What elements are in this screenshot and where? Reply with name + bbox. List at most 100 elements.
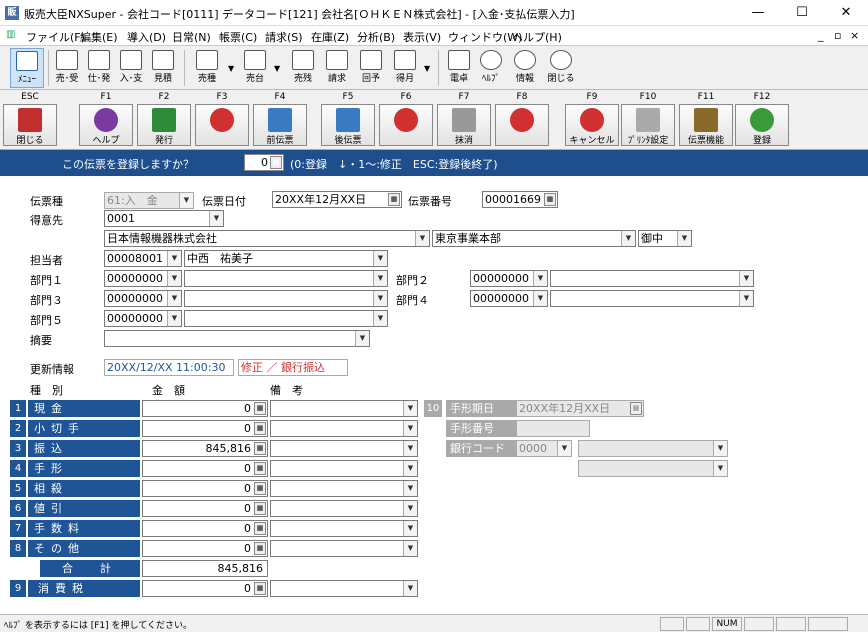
chevron-down-icon[interactable]: ▼ <box>167 311 181 326</box>
fkey-f8[interactable]: F8 <box>492 92 552 148</box>
chevron-down-icon[interactable]: ▼ <box>403 441 417 456</box>
chevron-down-icon[interactable]: ▼ <box>677 231 691 246</box>
chevron-down-icon[interactable]: ▼ <box>621 231 635 246</box>
menu-file[interactable]: ファイル(F) <box>26 29 85 45</box>
toolbar-sales-ledger-button[interactable]: 売台 <box>240 48 270 88</box>
menu-stock[interactable]: 在庫(Z) <box>311 29 349 45</box>
honorific-select[interactable]: 御中 ▼ <box>638 230 692 247</box>
bumon1-name-select[interactable]: ▼ <box>184 270 388 287</box>
row-remarks-select[interactable]: ▼ <box>270 520 418 537</box>
toolbar-sales-button[interactable]: 売･受 <box>52 48 82 88</box>
chevron-down-icon[interactable]: ▼ <box>403 481 417 496</box>
tantou-name-select[interactable]: 中西 祐美子 ▼ <box>184 250 388 267</box>
chevron-down-icon[interactable]: ▼ <box>533 291 547 306</box>
calculator-icon[interactable]: ▦ <box>254 482 266 495</box>
bumon3-name-select[interactable]: ▼ <box>184 290 388 307</box>
chevron-down-icon[interactable]: ▼ <box>403 461 417 476</box>
row-amount-field[interactable]: 0 ▦ <box>142 420 268 437</box>
calendar-icon[interactable]: ▦ <box>388 193 400 206</box>
row-amount-field[interactable]: 0 ▦ <box>142 520 268 537</box>
menu-analysis[interactable]: 分析(B) <box>357 29 395 45</box>
dropdown-arrow-icon[interactable]: ▼ <box>274 64 280 73</box>
fkey-f10[interactable]: F10 ﾌﾟﾘﾝﾀ設定 <box>618 92 678 148</box>
row-amount-field[interactable]: 0 ▦ <box>142 460 268 477</box>
toolbar-purchase-button[interactable]: 仕･発 <box>84 48 114 88</box>
fkey-f3[interactable]: F3 <box>192 92 252 148</box>
dropdown-arrow-icon[interactable]: ▼ <box>228 64 234 73</box>
menu-help[interactable]: ヘルプ(H) <box>512 29 562 45</box>
chevron-down-icon[interactable]: ▼ <box>403 501 417 516</box>
bumon2-code-select[interactable]: 00000000 ▼ <box>470 270 548 287</box>
tokuisaki-name-select[interactable]: 日本情報機器株式会社 ▼ <box>104 230 430 247</box>
chevron-down-icon[interactable]: ▼ <box>373 291 387 306</box>
bumon2-name-select[interactable]: ▼ <box>550 270 754 287</box>
fkey-f11[interactable]: F11 伝票機能 <box>676 92 736 148</box>
calculator-icon[interactable]: ▦ <box>270 156 282 169</box>
menu-view[interactable]: 表示(V) <box>403 29 441 45</box>
fkey-f9[interactable]: F9 キャンセル <box>562 92 622 148</box>
fkey-f4[interactable]: F4 前伝票 <box>250 92 310 148</box>
row-amount-field[interactable]: 845,816 ▦ <box>142 440 268 457</box>
chevron-down-icon[interactable]: ▼ <box>403 541 417 556</box>
chevron-down-icon[interactable]: ▼ <box>533 271 547 286</box>
menu-setup[interactable]: 導入(D) <box>127 29 166 45</box>
row-amount-field[interactable]: 0 ▦ <box>142 500 268 517</box>
row-remarks-select[interactable]: ▼ <box>270 400 418 417</box>
toolbar-balance-button[interactable]: 売残 <box>288 48 318 88</box>
chevron-down-icon[interactable]: ▼ <box>167 251 181 266</box>
tax-remarks-select[interactable]: ▼ <box>270 580 418 597</box>
bumon1-code-select[interactable]: 00000000 ▼ <box>104 270 182 287</box>
toolbar-info-button[interactable]: 情報 <box>510 48 540 88</box>
dropdown-arrow-icon[interactable]: ▼ <box>424 64 430 73</box>
maximize-button[interactable]: ☐ <box>780 0 824 26</box>
close-window-button[interactable]: ✕ <box>824 0 868 26</box>
row-remarks-select[interactable]: ▼ <box>270 420 418 437</box>
chevron-down-icon[interactable]: ▼ <box>415 231 429 246</box>
calculator-icon[interactable]: ▦ <box>254 442 266 455</box>
chevron-down-icon[interactable]: ▼ <box>209 211 223 226</box>
toolbar-monthly-button[interactable]: 得月 <box>390 48 420 88</box>
confirm-input[interactable]: 0 ▦ <box>244 154 284 171</box>
tantou-code-select[interactable]: 00008001 ▼ <box>104 250 182 267</box>
chevron-down-icon[interactable]: ▼ <box>739 271 753 286</box>
row-remarks-select[interactable]: ▼ <box>270 500 418 517</box>
row-remarks-select[interactable]: ▼ <box>270 540 418 557</box>
menu-billing[interactable]: 請求(S) <box>265 29 303 45</box>
calculator-icon[interactable]: ▦ <box>254 582 266 595</box>
chevron-down-icon[interactable]: ▼ <box>167 291 181 306</box>
chevron-down-icon[interactable]: ▼ <box>403 401 417 416</box>
bumon4-code-select[interactable]: 00000000 ▼ <box>470 290 548 307</box>
bumon5-name-select[interactable]: ▼ <box>184 310 388 327</box>
toolbar-payment-button[interactable]: 入･支 <box>116 48 146 88</box>
tokuisaki-code-select[interactable]: 0001 ▼ <box>104 210 224 227</box>
fkey-f1[interactable]: F1 ヘルプ <box>76 92 136 148</box>
row-remarks-select[interactable]: ▼ <box>270 440 418 457</box>
menu-reports[interactable]: 帳票(C) <box>219 29 257 45</box>
fkey-f6[interactable]: F6 <box>376 92 436 148</box>
chevron-down-icon[interactable]: ▼ <box>403 521 417 536</box>
fkey-f2[interactable]: F2 発行 <box>134 92 194 148</box>
toolbar-close-button[interactable]: 閉じる <box>544 48 578 88</box>
number-field[interactable]: 00001669 ▦ <box>482 191 558 208</box>
calculator-icon[interactable]: ▦ <box>254 462 266 475</box>
tax-amount-field[interactable]: 0 ▦ <box>142 580 268 597</box>
toolbar-billing-button[interactable]: 請求 <box>322 48 352 88</box>
fkey-esc[interactable]: ESC 閉じる <box>0 92 60 148</box>
minimize-button[interactable]: — <box>736 0 780 26</box>
calculator-icon[interactable]: ▦ <box>544 193 556 206</box>
row-amount-field[interactable]: 0 ▦ <box>142 480 268 497</box>
mdi-minimize[interactable]: _ <box>818 29 824 42</box>
menu-daily[interactable]: 日常(N) <box>172 29 211 45</box>
tokuisaki-dept-select[interactable]: 東京事業本部 ▼ <box>432 230 636 247</box>
toolbar-menu-button[interactable]: ﾒﾆｭｰ <box>10 48 44 88</box>
bumon4-name-select[interactable]: ▼ <box>550 290 754 307</box>
toolbar-help-button[interactable]: ﾍﾙﾌﾟ <box>476 48 506 88</box>
chevron-down-icon[interactable]: ▼ <box>355 331 369 346</box>
row-amount-field[interactable]: 0 ▦ <box>142 540 268 557</box>
calculator-icon[interactable]: ▦ <box>254 542 266 555</box>
chevron-down-icon[interactable]: ▼ <box>373 251 387 266</box>
chevron-down-icon[interactable]: ▼ <box>373 271 387 286</box>
fkey-f7[interactable]: F7 抹消 <box>434 92 494 148</box>
chevron-down-icon[interactable]: ▼ <box>403 581 417 596</box>
chevron-down-icon[interactable]: ▼ <box>373 311 387 326</box>
